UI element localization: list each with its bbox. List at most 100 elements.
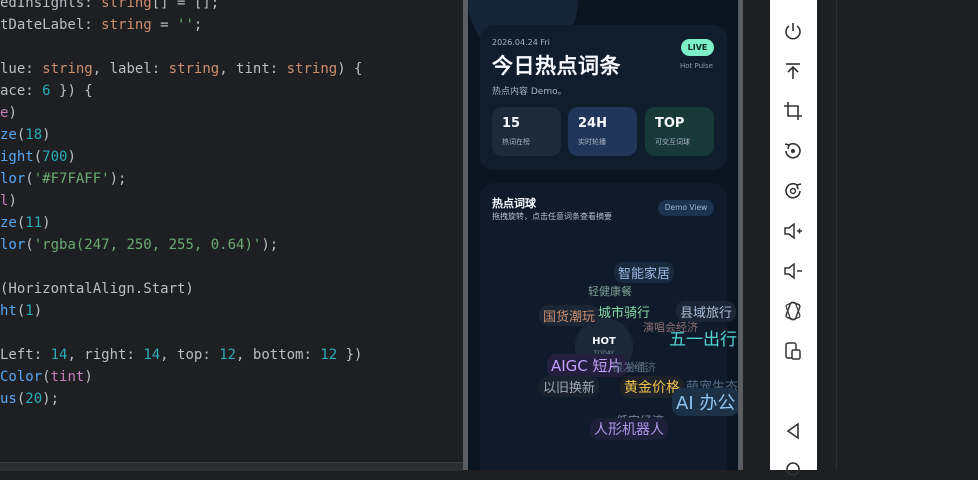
stat-value: 24H (578, 116, 607, 131)
code-token: right (84, 347, 127, 363)
code-token: Color (0, 369, 43, 385)
code-token: , (67, 347, 85, 363)
home-icon[interactable] (782, 458, 804, 480)
code-token: ) (42, 127, 51, 143)
code-token: ); (109, 171, 127, 187)
stat-card-top[interactable]: TOP 可交互词球 (645, 107, 714, 156)
hot-word-chip[interactable]: AI 办公 (672, 388, 738, 416)
word-cloud-hint: 拖拽旋转，点击任意词条查看摘要 (492, 212, 612, 221)
code-token: ze (0, 127, 17, 143)
code-token: tint (236, 61, 270, 77)
code-token: , (92, 61, 110, 77)
crop-icon[interactable] (782, 100, 804, 122)
code-line[interactable]: ace: 6 }) { (0, 80, 93, 102)
code-token: , (160, 347, 178, 363)
pin-top-icon[interactable] (782, 60, 804, 82)
code-token: 6 (42, 83, 51, 99)
code-line[interactable]: l) (0, 190, 17, 212)
code-token: ze (0, 215, 17, 231)
code-token: : (25, 83, 43, 99)
stat-card-realtime[interactable]: 24H 实时轮播 (568, 107, 637, 156)
code-token: : (25, 61, 43, 77)
code-token: 11 (25, 215, 43, 231)
page-subtitle: 热点内容 Demo。 (492, 87, 567, 97)
rotate-icon[interactable] (782, 140, 804, 162)
code-token: (HorizontalAlign.Start) (0, 281, 194, 297)
code-line[interactable]: ze(18) (0, 124, 51, 146)
hot-word-chip[interactable]: 国货潮玩 (539, 305, 600, 326)
stat-card-trending[interactable]: 15 热词在榜 (492, 107, 561, 156)
demo-view-button[interactable]: Demo View (658, 200, 714, 216)
code-token: 20 (25, 391, 43, 407)
hot-word-chip[interactable]: 轻健康餐 (584, 282, 636, 300)
code-token: string (101, 17, 152, 33)
code-token: = (151, 17, 178, 33)
code-token: lor (0, 237, 26, 253)
code-token: tDateLabel (0, 17, 85, 33)
code-token: 14 (143, 347, 161, 363)
code-line[interactable]: lue: string, label: string, tint: string… (0, 58, 363, 80)
code-line[interactable]: ht(1) (0, 300, 42, 322)
code-token: ( (25, 171, 34, 187)
hot-word-chip[interactable]: 智能家居 (614, 262, 675, 283)
code-line[interactable]: (HorizontalAlign.Start) (0, 278, 194, 300)
code-line[interactable]: lor('rgba(247, 250, 255, 0.64)'); (0, 234, 278, 256)
back-icon[interactable] (782, 420, 804, 442)
code-token: ; (193, 17, 203, 33)
code-token: ( (42, 369, 51, 385)
device-screen[interactable]: 2026.04.24 Fri 今日热点词条 热点内容 Demo。 LIVE Ho… (468, 0, 738, 470)
code-token: ) (8, 193, 17, 209)
code-token: : (151, 61, 169, 77)
code-line[interactable]: us(20); (0, 388, 59, 410)
page-title: 今日热点词条 (492, 54, 621, 78)
code-line[interactable]: ze(11) (0, 212, 51, 234)
code-token: 18 (25, 127, 43, 143)
code-line[interactable]: ight(700) (0, 146, 76, 168)
code-token: label (109, 61, 152, 77)
code-token: us (0, 391, 17, 407)
hot-word-chip[interactable]: 人形机器人 (590, 418, 668, 440)
code-token: ) (84, 369, 93, 385)
panel-divider[interactable] (836, 0, 837, 470)
code-editor[interactable]: edInsights: string[] = []; tDateLabel: st… (0, 0, 463, 470)
code-token: 'rgba(247, 250, 255, 0.64)' (33, 237, 262, 253)
code-token: }) (337, 347, 363, 363)
code-token: : (303, 347, 321, 363)
code-token: Left (0, 347, 34, 363)
code-token: top (177, 347, 203, 363)
code-token: 1 (25, 303, 34, 319)
volume-up-icon[interactable] (782, 220, 804, 242)
device-snapshot-icon[interactable] (782, 340, 804, 362)
code-token: edInsights (0, 0, 85, 11)
hot-word-chip[interactable]: 以旧换新 (539, 376, 600, 397)
code-line[interactable]: edInsights: string[] = []; (0, 0, 219, 14)
volume-down-icon[interactable] (782, 260, 804, 282)
code-token: string (286, 61, 338, 77)
code-token: tint (50, 369, 85, 385)
code-token: : (269, 61, 287, 77)
fold-icon[interactable] (782, 300, 804, 322)
code-line[interactable]: Left: 14, right: 14, top: 12, bottom: 12… (0, 344, 363, 366)
code-token: ) { (337, 61, 363, 77)
code-token: ); (42, 391, 60, 407)
code-line[interactable]: tDateLabel: string = ''; (0, 14, 202, 36)
stat-label: 热词在榜 (502, 138, 530, 146)
code-token: '#F7FAFF' (33, 171, 110, 187)
hot-word-chip[interactable]: 补能 (622, 358, 652, 376)
code-token: : (126, 347, 144, 363)
code-line[interactable]: e) (0, 102, 17, 124)
code-token: : (84, 17, 102, 33)
code-line[interactable]: Color(tint) (0, 366, 93, 388)
code-token: ) (8, 105, 17, 121)
code-token: ) (33, 303, 43, 319)
code-token: }) { (50, 83, 93, 99)
hot-word-chip[interactable]: 五一出行 (665, 324, 738, 351)
code-token: ); (261, 237, 279, 253)
power-icon[interactable] (782, 20, 804, 42)
code-line[interactable]: lor('#F7FAFF'); (0, 168, 126, 190)
stat-value: 15 (502, 116, 521, 131)
code-token: '' (177, 17, 194, 33)
live-badge: LIVE (681, 39, 714, 56)
rotate-right-icon[interactable] (782, 180, 804, 202)
hot-label: HOT (592, 336, 616, 347)
